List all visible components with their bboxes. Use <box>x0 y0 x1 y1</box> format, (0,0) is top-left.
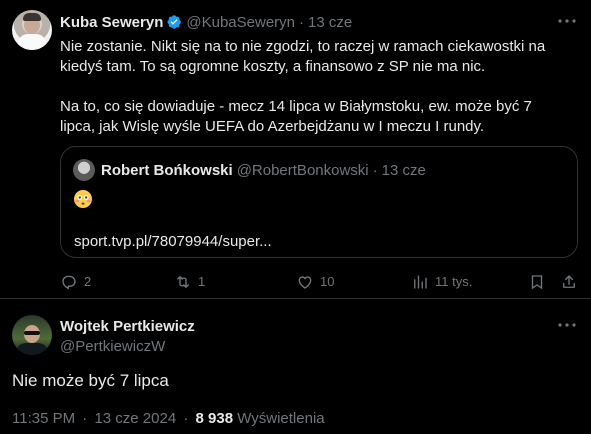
separator-dot: · <box>82 410 88 427</box>
quoted-author-name: Robert Bońkowski <box>101 162 233 179</box>
tweet-time[interactable]: 13 cze <box>308 14 352 31</box>
reply-text: Nie może być 7 lipca <box>12 371 169 390</box>
like-count: 10 <box>320 274 335 289</box>
separator-dot: · <box>372 162 378 179</box>
quoted-author-handle: @RobertBonkowski <box>236 162 369 179</box>
reply-author-handle[interactable]: @PertkiewiczW <box>60 338 165 355</box>
views-chart-icon <box>414 275 427 289</box>
retweet-button[interactable]: 1 <box>174 272 205 292</box>
avatar-shirt <box>18 34 46 50</box>
quoted-author-avatar <box>73 159 95 181</box>
tweet-text-line: lipca, jak Wislę wyśle UEFA do Azerbejdż… <box>60 118 485 135</box>
more-options-icon[interactable] <box>556 318 578 332</box>
share-icon <box>563 275 575 288</box>
heart-icon <box>298 276 312 289</box>
bookmark-icon <box>531 275 543 290</box>
reply-author-name[interactable]: Wojtek Pertkiewicz <box>60 318 195 335</box>
tweet-main[interactable]: Kuba Seweryn @KubaSeweryn · 13 cze Nie z… <box>0 0 591 298</box>
bookmark-button[interactable] <box>528 272 552 292</box>
tweet-text-line: Na to, co się dowiaduje - mecz 14 lipca … <box>60 98 532 115</box>
reply-views-label: Wyświetlenia <box>237 410 325 427</box>
reply-date[interactable]: 13 cze 2024 <box>94 410 176 427</box>
avatar-kuba-seweryn[interactable] <box>12 10 52 50</box>
avatar-wojtek-pertkiewicz[interactable] <box>12 315 52 355</box>
verified-badge-icon <box>166 14 182 30</box>
tweet-divider <box>0 298 591 299</box>
reply-count: 2 <box>84 274 92 289</box>
views-count: 11 tys. <box>435 274 473 289</box>
author-name[interactable]: Kuba Seweryn <box>60 14 163 31</box>
tweet-text: Nie zostanie. Nikt się na to nie zgodzi,… <box>60 37 570 137</box>
flushed-face-emoji-icon: 😳 <box>73 189 93 209</box>
share-button[interactable] <box>560 272 584 292</box>
retweet-count: 1 <box>198 274 206 289</box>
reply-icon <box>62 275 76 290</box>
avatar-shirt <box>16 343 48 355</box>
quoted-tweet-time: 13 cze <box>381 162 426 179</box>
author-handle[interactable]: @KubaSeweryn <box>186 14 295 31</box>
avatar-sunglasses <box>24 331 40 335</box>
reply-button[interactable]: 2 <box>60 272 91 292</box>
tweet-actions: 2 1 10 11 tys. <box>60 272 578 292</box>
reply-views-count: 8 938 <box>195 410 234 427</box>
separator-dot: · <box>299 13 304 31</box>
reply-time[interactable]: 11:35 PM <box>12 410 75 427</box>
views-button[interactable]: 11 tys. <box>411 272 472 292</box>
tweet-text-line: Nie zostanie. Nikt się na to nie zgodzi,… <box>60 38 546 55</box>
like-button[interactable]: 10 <box>296 272 334 292</box>
quoted-tweet[interactable]: Robert Bońkowski @RobertBonkowski · 13 c… <box>60 146 578 258</box>
more-options-icon[interactable] <box>556 14 578 28</box>
quoted-tweet-header: Robert Bońkowski @RobertBonkowski · 13 c… <box>101 162 426 179</box>
reply-meta: 11:35 PM · 13 cze 2024 · 8 938 Wyświetle… <box>12 410 325 427</box>
separator-dot: · <box>183 410 189 427</box>
quoted-link[interactable]: sport.tvp.pl/78079944/super... <box>74 233 272 250</box>
retweet-icon <box>177 276 189 288</box>
tweet-text-line: kiedyś tam. To są ogromne koszty, a fina… <box>60 58 486 75</box>
avatar-hair <box>23 13 41 21</box>
tweet-header: Kuba Seweryn @KubaSeweryn · 13 cze <box>60 13 352 31</box>
